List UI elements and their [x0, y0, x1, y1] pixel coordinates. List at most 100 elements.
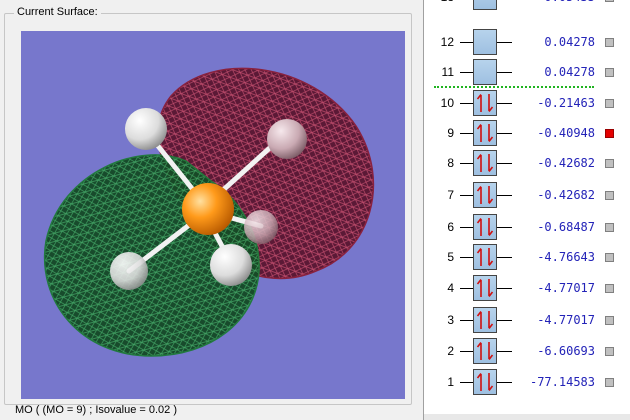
orbital-energy: -6.60693 — [537, 344, 595, 358]
orbital-index: 11 — [441, 65, 454, 79]
electron-pair-icon — [476, 373, 494, 391]
orbital-select-checkbox[interactable] — [605, 191, 614, 200]
orbital-index: 12 — [440, 35, 454, 49]
occupied-level-box[interactable] — [473, 150, 497, 176]
orbital-energy: -0.68487 — [537, 220, 595, 234]
hydrogen-atom — [267, 119, 307, 159]
occupied-level-box[interactable] — [473, 90, 497, 116]
homo-lumo-divider — [434, 86, 594, 88]
level-tick — [460, 103, 473, 104]
orbital-energy: -4.77017 — [537, 281, 595, 295]
level-tick — [460, 195, 473, 196]
orbital-row[interactable]: 6 -0.68487 — [424, 212, 630, 242]
orbital-row[interactable]: 5 -4.76643 — [424, 242, 630, 272]
surface-status: MO ( (MO = 9) ; Isovalue = 0.02 ) — [15, 404, 177, 416]
orbital-row[interactable]: 3 -4.77017 — [424, 305, 630, 335]
orbital-energy: -4.76643 — [537, 250, 595, 264]
molecule-viewport[interactable] — [21, 31, 405, 399]
orbital-row[interactable]: 1 -77.14583 — [424, 367, 630, 397]
level-tick — [460, 257, 473, 258]
orbital-energy: 0.04278 — [544, 65, 595, 79]
horizontal-scrollbar[interactable] — [424, 414, 630, 420]
level-tick — [460, 320, 473, 321]
orbital-energy: -0.42682 — [537, 188, 595, 202]
level-tick — [460, 351, 473, 352]
virtual-level-box[interactable] — [473, 59, 497, 85]
orbital-select-checkbox[interactable] — [605, 0, 614, 2]
orbital-energy: -4.77017 — [537, 313, 595, 327]
occupied-level-box[interactable] — [473, 244, 497, 270]
orbital-select-checkbox[interactable] — [605, 129, 614, 138]
occupied-level-box[interactable] — [473, 120, 497, 146]
orbital-energy: -0.42682 — [537, 156, 595, 170]
orbital-index: 4 — [447, 281, 454, 295]
group-title: Current Surface: — [14, 6, 101, 18]
electron-pair-icon — [476, 186, 494, 204]
orbital-select-checkbox[interactable] — [605, 223, 614, 232]
orbital-index: 9 — [447, 126, 454, 140]
level-tick — [460, 163, 473, 164]
electron-pair-icon — [476, 94, 494, 112]
orbital-row[interactable]: 13 0.05435 — [424, 0, 630, 12]
orbital-index: 5 — [447, 250, 454, 264]
orbital-index: 8 — [447, 156, 454, 170]
hydrogen-atom — [110, 252, 148, 290]
orbital-energy: 0.04278 — [544, 35, 595, 49]
electron-pair-icon — [476, 311, 494, 329]
orbital-energy: -0.40948 — [537, 126, 595, 140]
orbital-energy: 0.05435 — [502, 0, 595, 4]
orbital-row[interactable]: 2 -6.60693 — [424, 336, 630, 366]
electron-pair-icon — [476, 218, 494, 236]
orbital-index: 3 — [447, 313, 454, 327]
level-tick — [460, 42, 473, 43]
level-tick — [460, 72, 473, 73]
orbital-select-checkbox[interactable] — [605, 253, 614, 262]
occupied-level-box[interactable] — [473, 307, 497, 333]
orbital-energy: -0.21463 — [537, 96, 595, 110]
current-surface-group: Current Surface: MO ((MO = 9) ; Isovalu… — [4, 6, 412, 416]
mo-energy-panel: 130.05435120.04278110.0427810-0.214639-0… — [423, 0, 630, 420]
level-tick — [460, 382, 473, 383]
orbital-row[interactable]: 4 -4.77017 — [424, 273, 630, 303]
level-tick — [460, 133, 473, 134]
orbital-energy: -77.14583 — [529, 375, 595, 389]
orbital-row[interactable]: 10 -0.21463 — [424, 88, 630, 118]
occupied-level-box[interactable] — [473, 338, 497, 364]
orbital-select-checkbox[interactable] — [605, 68, 614, 77]
orbital-select-checkbox[interactable] — [605, 159, 614, 168]
hydrogen-atom — [244, 210, 278, 244]
occupied-level-box[interactable] — [473, 182, 497, 208]
orbital-row[interactable]: 7 -0.42682 — [424, 180, 630, 210]
level-tick — [460, 288, 473, 289]
level-tick — [460, 227, 473, 228]
electron-pair-icon — [476, 279, 494, 297]
carbon-atom — [182, 183, 234, 235]
electron-pair-icon — [476, 248, 494, 266]
orbital-row[interactable]: 11 0.04278 — [424, 57, 630, 87]
orbital-row[interactable]: 12 0.04278 — [424, 27, 630, 57]
orbital-select-checkbox[interactable] — [605, 316, 614, 325]
occupied-level-box[interactable] — [473, 369, 497, 395]
occupied-level-box[interactable] — [473, 275, 497, 301]
orbital-select-checkbox[interactable] — [605, 284, 614, 293]
virtual-level-box[interactable] — [473, 29, 497, 55]
virtual-level-box[interactable] — [473, 0, 497, 10]
orbital-index: 1 — [447, 375, 454, 389]
orbital-select-checkbox[interactable] — [605, 347, 614, 356]
electron-pair-icon — [476, 124, 494, 142]
orbital-select-checkbox[interactable] — [605, 99, 614, 108]
occupied-level-box[interactable] — [473, 214, 497, 240]
orbital-index: 10 — [440, 96, 454, 110]
orbital-index: 7 — [447, 188, 454, 202]
electron-pair-icon — [476, 342, 494, 360]
hydrogen-atom — [125, 108, 167, 150]
orbital-index: 6 — [447, 220, 454, 234]
molecule-render[interactable] — [21, 31, 405, 399]
orbital-select-checkbox[interactable] — [605, 378, 614, 387]
orbital-select-checkbox[interactable] — [605, 38, 614, 47]
orbital-index: 2 — [447, 344, 454, 358]
orbital-row[interactable]: 8 -0.42682 — [424, 148, 630, 178]
orbital-index: 13 — [424, 0, 454, 4]
electron-pair-icon — [476, 154, 494, 172]
orbital-row[interactable]: 9 -0.40948 — [424, 118, 630, 148]
